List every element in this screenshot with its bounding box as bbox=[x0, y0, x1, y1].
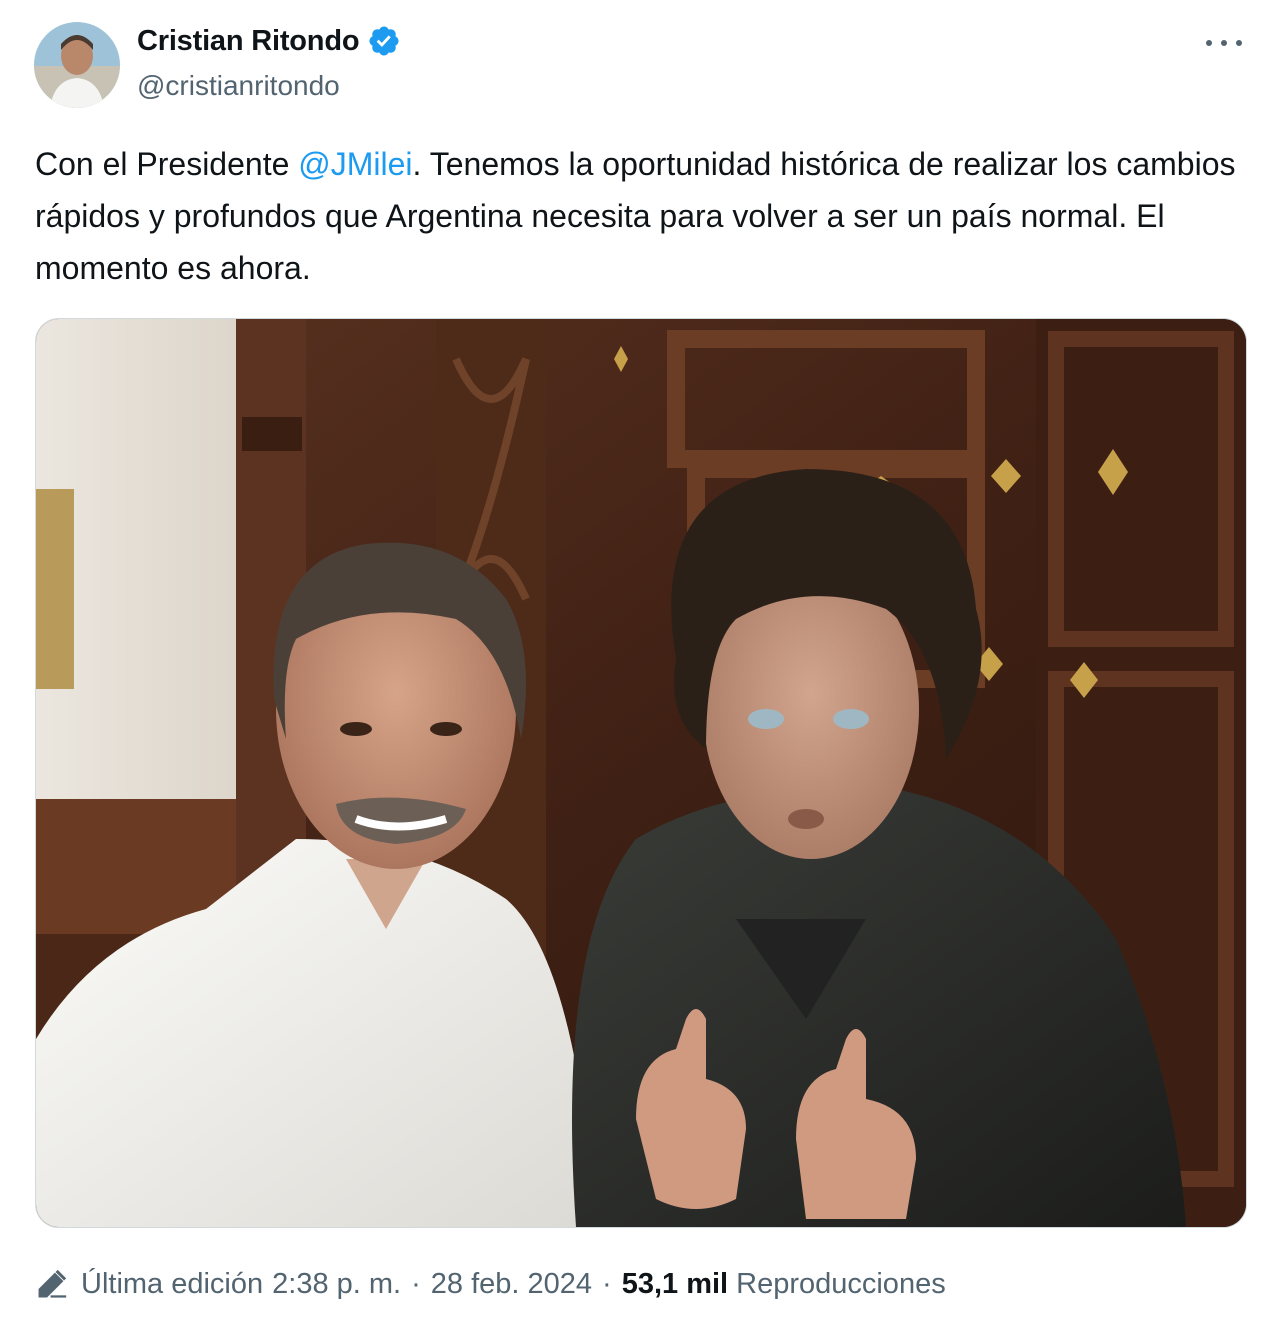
separator-dot-2: · bbox=[602, 1267, 612, 1300]
tweet-text: Con el Presidente @JMilei. Tenemos la op… bbox=[35, 138, 1245, 294]
tweet-time[interactable]: 2:38 p. m. bbox=[272, 1268, 401, 1301]
views-count: 53,1 mil bbox=[621, 1267, 729, 1300]
verified-badge-icon bbox=[367, 24, 401, 58]
views-label: Reproducciones bbox=[736, 1267, 946, 1300]
avatar[interactable] bbox=[34, 22, 120, 108]
tweet-photo[interactable] bbox=[35, 318, 1247, 1228]
tweet[interactable]: Cristian Ritondo @cristianritondo Con el… bbox=[0, 0, 1280, 1333]
author-handle[interactable]: @cristianritondo bbox=[137, 70, 340, 102]
pencil-icon[interactable] bbox=[35, 1267, 69, 1301]
mention-link[interactable]: @JMilei bbox=[298, 146, 412, 182]
separator-dot: · bbox=[411, 1267, 421, 1300]
tweet-footer: Última edición 2:38 p. m. · 28 feb. 2024… bbox=[35, 1262, 946, 1306]
author-name[interactable]: Cristian Ritondo bbox=[137, 25, 360, 58]
edit-label[interactable]: Última edición bbox=[81, 1268, 263, 1301]
tweet-date[interactable]: 28 feb. 2024 bbox=[431, 1268, 592, 1301]
more-icon[interactable] bbox=[1206, 28, 1242, 58]
tweet-text-start: Con el Presidente bbox=[35, 146, 299, 182]
